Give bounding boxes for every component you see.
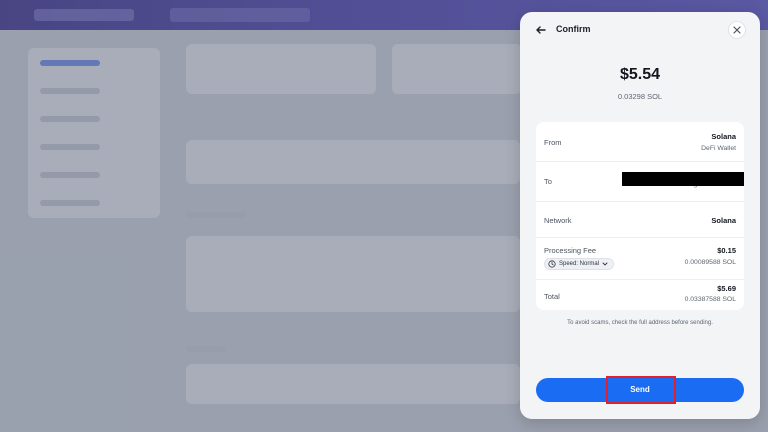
total-label: Total (544, 292, 560, 301)
from-label: From (544, 138, 562, 147)
back-button[interactable] (534, 23, 548, 37)
send-highlight-box (606, 376, 676, 404)
redacted-address (622, 172, 744, 186)
fee-sol: 0.00089588 SOL (684, 259, 736, 266)
row-network: Network Solana (536, 202, 744, 238)
amount-token: 0.03298 SOL (617, 92, 663, 101)
arrow-left-icon (536, 26, 546, 34)
scam-warning: To avoid scams, check the full address b… (567, 320, 713, 326)
speed-label: Speed: Normal (559, 261, 600, 267)
total-sol: 0.03387588 SOL (684, 296, 736, 303)
speed-selector[interactable]: Speed: Normal (544, 258, 615, 270)
row-total: Total $5.69 0.03387588 SOL (536, 280, 744, 310)
close-button[interactable] (728, 21, 746, 39)
network-label: Network (544, 216, 572, 225)
confirm-modal: Confirm $5.54 0.03298 SOL From Solana De… (520, 12, 760, 419)
clock-icon (548, 260, 556, 268)
from-value: Solana (711, 132, 736, 141)
row-from: From Solana DeFi Wallet (536, 122, 744, 162)
row-to: To NHcdua 8RgXVxE1SAKr (536, 162, 744, 202)
fee-label: Processing Fee (544, 246, 597, 255)
to-label: To (544, 177, 552, 186)
fee-value: $0.15 (717, 246, 736, 255)
chevron-down-icon (602, 262, 608, 266)
close-icon (733, 26, 741, 34)
from-wallet: DeFi Wallet (701, 145, 736, 152)
row-fee: Processing Fee $0.15 0.00089588 SOL Spee… (536, 238, 744, 280)
amount-usd: $5.54 (619, 66, 661, 83)
transaction-details: From Solana DeFi Wallet To NHcdua 8RgXVx… (536, 122, 744, 310)
modal-header: Confirm (520, 12, 760, 48)
network-value: Solana (711, 216, 736, 225)
modal-title: Confirm (556, 24, 591, 34)
total-value: $5.69 (717, 284, 736, 293)
